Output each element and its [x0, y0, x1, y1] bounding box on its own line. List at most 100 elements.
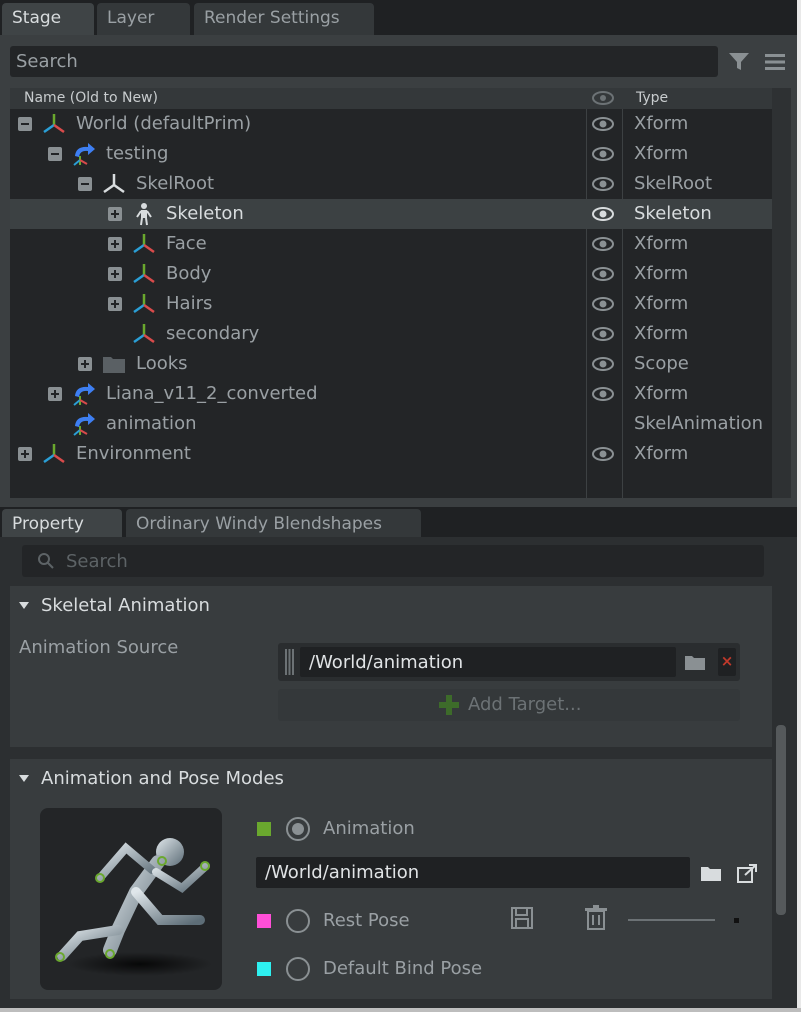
expand-plus-icon[interactable] — [78, 357, 92, 371]
tree-row[interactable]: Looks Scope — [10, 349, 772, 379]
slider-handle[interactable] — [734, 918, 739, 923]
visibility-eye-icon[interactable] — [592, 445, 614, 463]
search-icon — [38, 553, 54, 569]
tree-row-label: animation — [106, 413, 197, 434]
tree-row-label: secondary — [166, 323, 260, 344]
plus-icon — [439, 695, 459, 715]
add-target-label: Add Target... — [468, 694, 582, 715]
tree-row-label: Body — [166, 263, 212, 284]
visibility-eye-icon[interactable] — [592, 265, 614, 283]
expand-plus-icon[interactable] — [108, 267, 122, 281]
hamburger-menu-icon[interactable] — [764, 50, 786, 74]
animation-radio[interactable] — [286, 817, 310, 841]
tree-row-label: Face — [166, 233, 207, 254]
animation-color-swatch — [257, 822, 271, 836]
visibility-eye-icon[interactable] — [592, 145, 614, 163]
skeleton-figure-icon — [136, 203, 152, 226]
animation-pose-modes-header[interactable]: Animation and Pose Modes — [10, 759, 772, 799]
collapse-minus-icon[interactable] — [78, 177, 92, 191]
reference-arrow-icon — [73, 143, 95, 166]
visibility-eye-icon[interactable] — [592, 295, 614, 313]
trash-icon[interactable] — [584, 905, 608, 931]
collapse-triangle-icon[interactable] — [19, 601, 29, 611]
tree-row-type: Xform — [634, 443, 689, 464]
visibility-eye-icon[interactable] — [592, 385, 614, 403]
tree-row-label: Liana_v11_2_converted — [106, 383, 318, 404]
folder-browse-icon[interactable] — [700, 862, 722, 884]
tree-row-type: SkelRoot — [634, 173, 713, 194]
visibility-eye-icon[interactable] — [592, 175, 614, 193]
window-edge — [0, 1008, 801, 1012]
drag-grip-icon[interactable] — [284, 649, 294, 675]
visibility-eye-icon[interactable] — [592, 235, 614, 253]
tree-row-type: Xform — [634, 383, 689, 404]
running-skeleton-thumbnail — [40, 808, 222, 990]
tree-row-type: Xform — [634, 263, 689, 284]
collapse-triangle-icon[interactable] — [19, 774, 29, 784]
bind-pose-radio[interactable] — [286, 957, 310, 981]
column-name-header[interactable]: Name (Old to New) — [24, 90, 158, 106]
bind-pose-color-swatch — [257, 962, 271, 976]
expand-plus-icon[interactable] — [108, 237, 122, 251]
folder-browse-icon[interactable] — [684, 652, 706, 672]
tree-row[interactable]: testing Xform — [10, 139, 772, 169]
animation-arrow-icon — [73, 413, 95, 436]
visibility-eye-icon[interactable] — [592, 115, 614, 133]
tab-stage[interactable]: Stage — [2, 3, 94, 35]
stage-tree[interactable]: Name (Old to New) Type World (defaultPri… — [10, 88, 791, 498]
save-icon[interactable] — [510, 906, 534, 930]
tab-render-settings[interactable]: Render Settings — [194, 3, 374, 35]
add-target-button[interactable]: Add Target... — [278, 689, 740, 721]
tree-row[interactable]: World (defaultPrim) Xform — [10, 109, 772, 139]
animation-source-path-field[interactable]: /World/animation — [300, 647, 676, 677]
animation-source-target: /World/animation × — [278, 643, 740, 681]
tree-row[interactable]: Environment Xform — [10, 439, 772, 469]
tree-row[interactable]: Skeleton Skeleton — [10, 199, 772, 229]
tree-row[interactable]: secondary Xform — [10, 319, 772, 349]
tree-row-type: Scope — [634, 353, 689, 374]
expand-plus-icon[interactable] — [48, 387, 62, 401]
tree-row[interactable]: animation SkelAnimation — [10, 409, 772, 439]
window-edge — [797, 0, 801, 1012]
section-title: Animation and Pose Modes — [41, 768, 284, 789]
property-tabbar: Property Ordinary Windy Blendshapes — [0, 507, 797, 537]
visibility-eye-icon[interactable] — [592, 355, 614, 373]
column-type-header[interactable]: Type — [636, 90, 668, 106]
collapse-minus-icon[interactable] — [18, 117, 32, 131]
rest-pose-radio[interactable] — [286, 909, 310, 933]
property-scrollbar[interactable] — [776, 725, 786, 915]
skeletal-animation-header[interactable]: Skeletal Animation — [10, 586, 772, 626]
tab-property[interactable]: Property — [2, 509, 122, 537]
open-external-icon[interactable] — [736, 862, 758, 884]
tab-layer[interactable]: Layer — [97, 3, 190, 35]
tree-row-type: Xform — [634, 323, 689, 344]
animation-mode-label: Animation — [323, 818, 415, 839]
visibility-eye-icon[interactable] — [592, 205, 614, 223]
tree-row[interactable]: Face Xform — [10, 229, 772, 259]
property-search-input[interactable]: Search — [22, 545, 764, 577]
tree-row[interactable]: Hairs Xform — [10, 289, 772, 319]
rest-pose-color-swatch — [257, 914, 271, 928]
rest-pose-slider-track[interactable] — [628, 919, 715, 921]
visibility-eye-icon[interactable] — [592, 325, 614, 343]
rest-pose-label: Rest Pose — [323, 910, 410, 931]
visibility-column-eye-icon[interactable] — [592, 89, 614, 107]
expand-plus-icon[interactable] — [108, 207, 122, 221]
tree-scrollbar-track[interactable] — [772, 88, 791, 498]
collapse-minus-icon[interactable] — [48, 147, 62, 161]
tree-row-type: Xform — [634, 233, 689, 254]
expand-plus-icon[interactable] — [18, 447, 32, 461]
tab-ordinary-windy-blendshapes[interactable]: Ordinary Windy Blendshapes — [126, 509, 421, 537]
tree-row[interactable]: Body Xform — [10, 259, 772, 289]
stage-tabbar: Stage Layer Render Settings — [0, 0, 797, 35]
xform-axis-icon — [133, 294, 155, 314]
stage-search-input[interactable]: Search — [10, 46, 718, 77]
tree-row[interactable]: Liana_v11_2_converted Xform — [10, 379, 772, 409]
tree-row[interactable]: SkelRoot SkelRoot — [10, 169, 772, 199]
animation-source-label: Animation Source — [19, 637, 179, 658]
remove-target-button[interactable]: × — [718, 648, 736, 676]
tree-row-type: Xform — [634, 143, 689, 164]
filter-icon[interactable] — [727, 50, 751, 74]
animation-path-field[interactable]: /World/animation — [256, 857, 690, 888]
expand-plus-icon[interactable] — [108, 297, 122, 311]
